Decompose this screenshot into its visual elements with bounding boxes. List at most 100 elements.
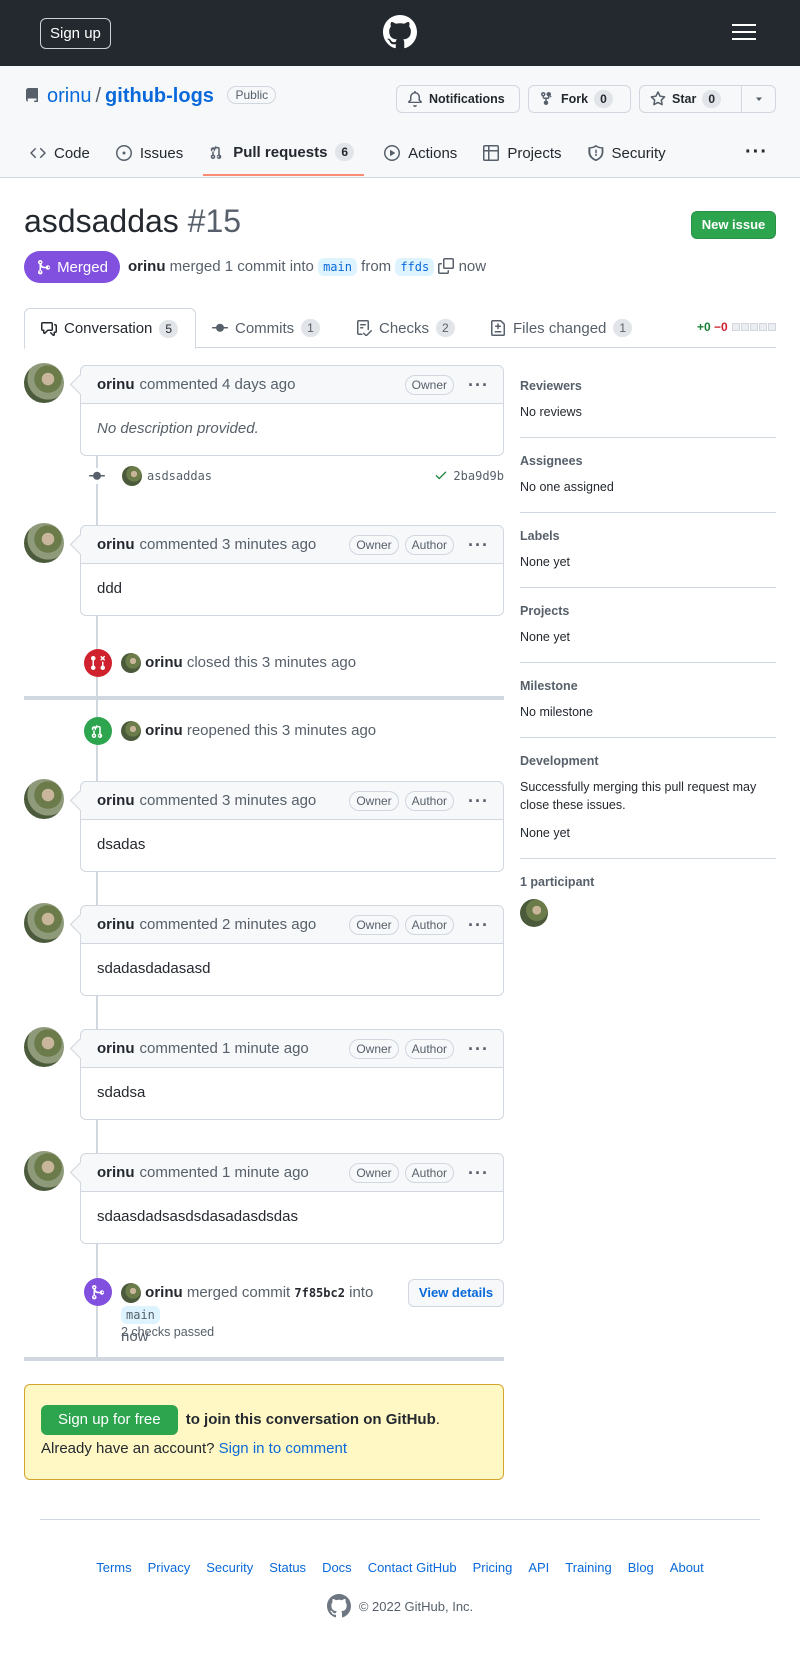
comment-header: orinu commented 4 days ago Owner ··· [81,366,503,404]
participant-avatar[interactable] [520,899,548,927]
projects-heading[interactable]: Projects [520,604,776,618]
development-heading[interactable]: Development [520,754,776,768]
event-user[interactable]: orinu [145,722,183,739]
repo-name-link[interactable]: github-logs [105,85,214,107]
comment-time[interactable]: commented 3 minutes ago [140,536,317,553]
merged-base-branch[interactable]: main [121,1306,160,1324]
avatar[interactable] [24,779,64,819]
kebab-icon[interactable]: ··· [468,916,489,934]
issue-icon [115,145,132,161]
comment-header: orinu commented 3 minutes ago Owner Auth… [81,526,503,564]
kebab-icon[interactable]: ··· [468,792,489,810]
footer-link-terms[interactable]: Terms [96,1560,131,1575]
avatar[interactable] [24,903,64,943]
tab-issues[interactable]: Issues [115,130,195,176]
event-user[interactable]: orinu [145,654,183,671]
signup-button[interactable]: Sign up [40,18,111,49]
sidebar-reviewers: Reviewers No reviews [520,363,776,438]
pr-tabs: Conversation 5 Commits 1 Checks 2 Files … [24,308,776,349]
event-avatar[interactable] [121,653,141,673]
merged-state-badge: Merged [24,251,120,283]
kebab-icon[interactable]: ··· [468,376,489,394]
tab-conversation[interactable]: Conversation 5 [24,308,196,349]
avatar[interactable] [24,1151,64,1191]
tab-projects[interactable]: Projects [483,130,573,176]
kebab-icon[interactable]: ··· [468,536,489,554]
commit-avatar[interactable] [122,466,142,486]
view-details-button[interactable]: View details [408,1279,504,1307]
avatar[interactable] [24,1027,64,1067]
copy-icon[interactable] [438,258,455,274]
new-issue-button[interactable]: New issue [691,211,776,239]
footer-link-about[interactable]: About [670,1560,704,1575]
kebab-icon[interactable]: ··· [468,1040,489,1058]
tab-pull-requests[interactable]: Pull requests 6 [203,130,365,176]
comment-time[interactable]: commented 3 minutes ago [140,792,317,809]
comment-time[interactable]: commented 2 minutes ago [140,916,317,933]
comment-author[interactable]: orinu [97,376,135,393]
milestone-heading[interactable]: Milestone [520,679,776,693]
repo-owner-link[interactable]: orinu [47,85,91,107]
comment-author[interactable]: orinu [97,1040,135,1057]
tab-files-changed[interactable]: Files changed 1 [490,308,633,348]
tab-code[interactable]: Code [30,130,102,176]
comment-time[interactable]: commented 4 days ago [140,376,296,393]
base-branch[interactable]: main [318,258,357,276]
join-conversation-box: Sign up for free to join this conversati… [24,1384,504,1480]
github-logo-icon[interactable] [383,15,417,49]
owner-label: Owner [349,535,399,555]
tab-checks[interactable]: Checks 2 [356,308,455,348]
pr-author-link[interactable]: orinu [128,258,166,275]
footer-link-security[interactable]: Security [206,1560,253,1575]
tab-actions[interactable]: Actions [384,130,469,176]
development-text: Successfully merging this pull request m… [520,780,757,812]
sign-in-link[interactable]: Sign in to comment [219,1440,347,1457]
fork-button[interactable]: Fork 0 [528,85,631,113]
footer-link-api[interactable]: API [528,1560,549,1575]
signup-free-button[interactable]: Sign up for free [41,1405,178,1435]
footer-link-status[interactable]: Status [269,1560,306,1575]
assignees-heading[interactable]: Assignees [520,454,776,468]
avatar[interactable] [24,523,64,563]
avatar[interactable] [24,363,64,403]
comment: orinu commented 3 minutes ago Owner Auth… [80,525,504,616]
merged-commit-sha[interactable]: 7f85bc2 [294,1286,345,1300]
kebab-icon[interactable]: ··· [468,1164,489,1182]
comment-author[interactable]: orinu [97,1164,135,1181]
footer-link-docs[interactable]: Docs [322,1560,352,1575]
footer-link-training[interactable]: Training [565,1560,611,1575]
star-dropdown-button[interactable] [741,85,776,113]
labels-heading[interactable]: Labels [520,529,776,543]
comment-time[interactable]: commented 1 minute ago [140,1040,309,1057]
footer-link-blog[interactable]: Blog [628,1560,654,1575]
github-mark-icon[interactable] [326,1594,351,1618]
comment-author[interactable]: orinu [97,792,135,809]
notifications-button[interactable]: Notifications [396,85,520,113]
reviewers-heading[interactable]: Reviewers [520,379,776,393]
tab-security[interactable]: Security [587,130,678,176]
comment-author[interactable]: orinu [97,916,135,933]
head-branch[interactable]: ffds [395,258,435,276]
event-user[interactable]: orinu [145,1284,183,1301]
event-avatar[interactable] [121,721,141,741]
event-avatar[interactable] [121,1283,141,1304]
closed-event: orinu closed this 3 minutes ago [121,653,356,673]
merged-state-label: Merged [57,258,108,276]
check-icon[interactable] [434,468,448,482]
commit-sha[interactable]: 2ba9d9b [453,469,504,483]
reopened-event: orinu reopened this 3 minutes ago [121,721,376,741]
footer-link-pricing[interactable]: Pricing [473,1560,513,1575]
menu-icon[interactable] [732,24,756,41]
footer-link-privacy[interactable]: Privacy [148,1560,191,1575]
fork-icon [541,91,552,106]
star-button[interactable]: Star 0 [639,85,742,113]
footer-link-contact[interactable]: Contact GitHub [368,1560,457,1575]
comment-author[interactable]: orinu [97,536,135,553]
labels-value: None yet [520,555,571,569]
milestone-value: No milestone [520,705,593,719]
more-icon[interactable]: ··· [745,141,768,164]
commit-message[interactable]: asdsaddas [147,469,212,483]
sidebar-development: Development Successfully merging this pu… [520,738,776,859]
comment-time[interactable]: commented 1 minute ago [140,1164,309,1181]
tab-commits[interactable]: Commits 1 [212,308,320,348]
